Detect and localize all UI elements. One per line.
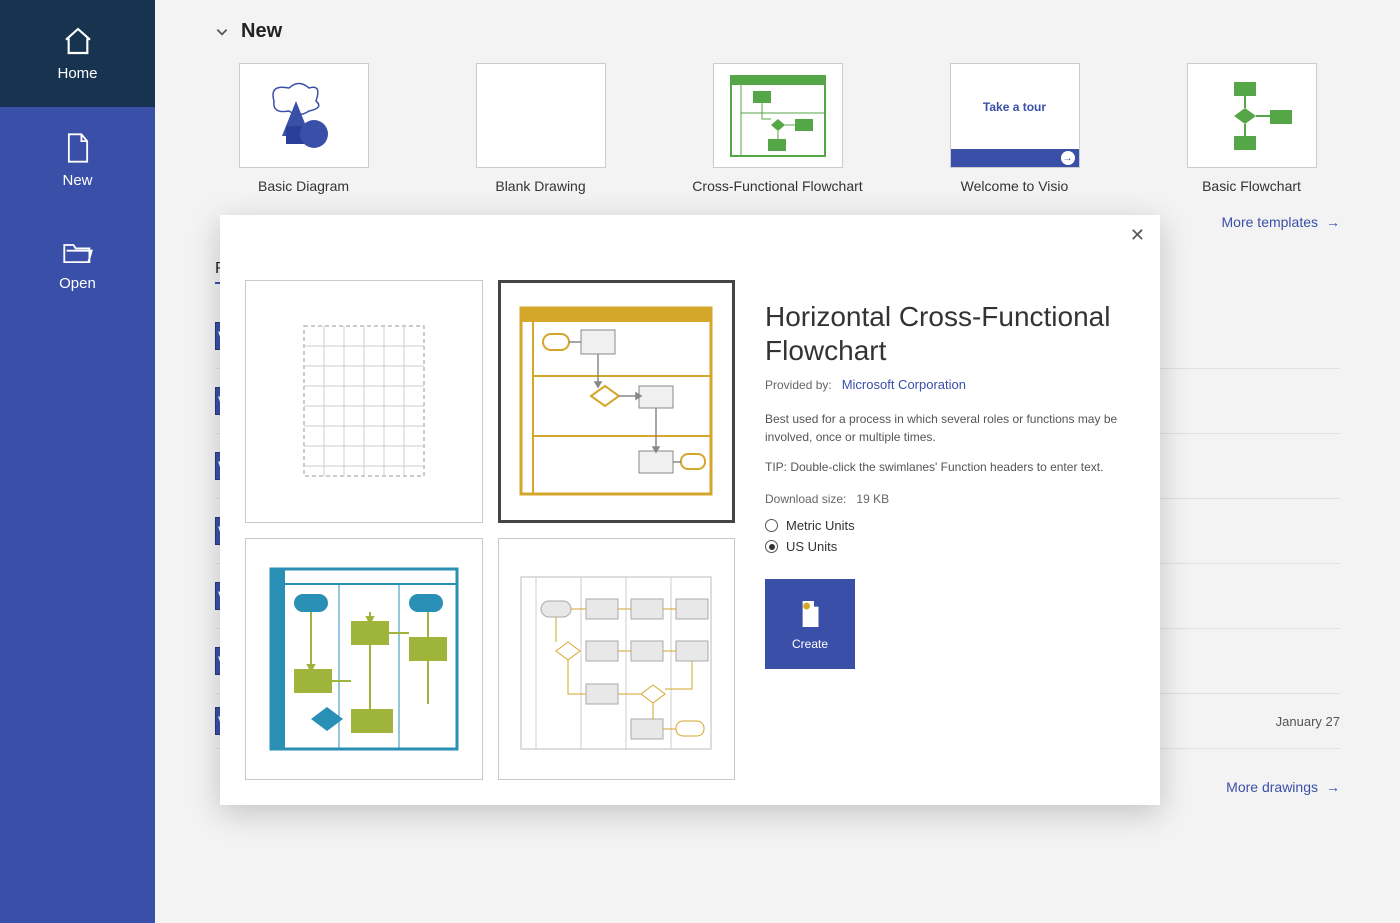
- template-basic-flowchart[interactable]: Basic Flowchart: [1163, 63, 1340, 194]
- template-detail-modal: ✕: [220, 215, 1160, 805]
- sidebar-new-label: New: [62, 172, 92, 189]
- preview-variant-2[interactable]: [498, 280, 736, 523]
- new-section-header[interactable]: New: [215, 20, 1340, 43]
- sidebar-home-label: Home: [57, 65, 97, 82]
- provided-by-link[interactable]: Microsoft Corporation: [842, 377, 966, 392]
- template-thumb: Take a tour →: [950, 63, 1080, 168]
- new-section-title: New: [241, 20, 282, 43]
- template-label: Cross-Functional Flowchart: [692, 178, 862, 194]
- sidebar-item-open[interactable]: Open: [0, 214, 155, 317]
- sidebar-item-new[interactable]: New: [0, 107, 155, 214]
- template-label: Welcome to Visio: [961, 178, 1069, 194]
- create-button[interactable]: Create: [765, 579, 855, 669]
- template-basic-diagram[interactable]: Basic Diagram: [215, 63, 392, 194]
- sidebar-open-label: Open: [59, 275, 96, 292]
- arrow-circle-icon: →: [1061, 151, 1075, 165]
- more-drawings-label: More drawings: [1226, 779, 1318, 795]
- template-label: Basic Diagram: [258, 178, 349, 194]
- modal-info-panel: Horizontal Cross-Functional Flowchart Pr…: [735, 240, 1135, 780]
- radio-icon: [765, 519, 778, 532]
- more-templates-label: More templates: [1222, 214, 1318, 230]
- template-thumb: [713, 63, 843, 168]
- template-cross-functional[interactable]: Cross-Functional Flowchart: [689, 63, 866, 194]
- radio-metric-label: Metric Units: [786, 518, 855, 533]
- radio-icon: [765, 540, 778, 553]
- download-size: Download size: 19 KB: [765, 492, 1125, 506]
- template-label: Blank Drawing: [495, 178, 585, 194]
- radio-metric-units[interactable]: Metric Units: [765, 518, 1125, 533]
- chevron-down-icon: [215, 25, 229, 39]
- modal-tip: TIP: Double-click the swimlanes' Functio…: [765, 460, 1125, 474]
- provided-by: Provided by: Microsoft Corporation: [765, 377, 1125, 392]
- preview-variant-1[interactable]: [245, 280, 483, 523]
- sidebar-item-home[interactable]: Home: [0, 0, 155, 107]
- close-icon: ✕: [1130, 225, 1145, 245]
- modal-title: Horizontal Cross-Functional Flowchart: [765, 300, 1125, 367]
- recent-file-date: January 27: [1276, 714, 1340, 729]
- arrow-right-icon: →: [1326, 779, 1340, 795]
- preview-variant-3[interactable]: [245, 538, 483, 781]
- create-button-label: Create: [792, 637, 828, 651]
- sidebar: Home New Open: [0, 0, 155, 923]
- template-thumb: [1187, 63, 1317, 168]
- download-size-label: Download size:: [765, 492, 846, 506]
- template-welcome-visio[interactable]: Take a tour → Welcome to Visio: [926, 63, 1103, 194]
- modal-description: Best used for a process in which several…: [765, 410, 1125, 446]
- template-thumb: [239, 63, 369, 168]
- provided-by-label: Provided by:: [765, 378, 832, 392]
- preview-grid: [245, 240, 735, 780]
- radio-us-units[interactable]: US Units: [765, 539, 1125, 554]
- templates-row: Basic Diagram Blank Drawing: [215, 63, 1340, 194]
- arrow-right-icon: →: [1326, 214, 1340, 230]
- tour-text: Take a tour: [983, 100, 1046, 114]
- create-doc-icon: [796, 597, 824, 631]
- template-thumb: [476, 63, 606, 168]
- template-label: Basic Flowchart: [1202, 178, 1301, 194]
- preview-variant-4[interactable]: [498, 538, 736, 781]
- radio-us-label: US Units: [786, 539, 837, 554]
- units-group: Metric Units US Units: [765, 518, 1125, 554]
- template-blank-drawing[interactable]: Blank Drawing: [452, 63, 629, 194]
- home-icon: [62, 25, 94, 57]
- close-button[interactable]: ✕: [1130, 225, 1145, 246]
- open-folder-icon: [62, 239, 94, 267]
- download-size-value: 19 KB: [856, 492, 889, 506]
- new-file-icon: [64, 132, 92, 164]
